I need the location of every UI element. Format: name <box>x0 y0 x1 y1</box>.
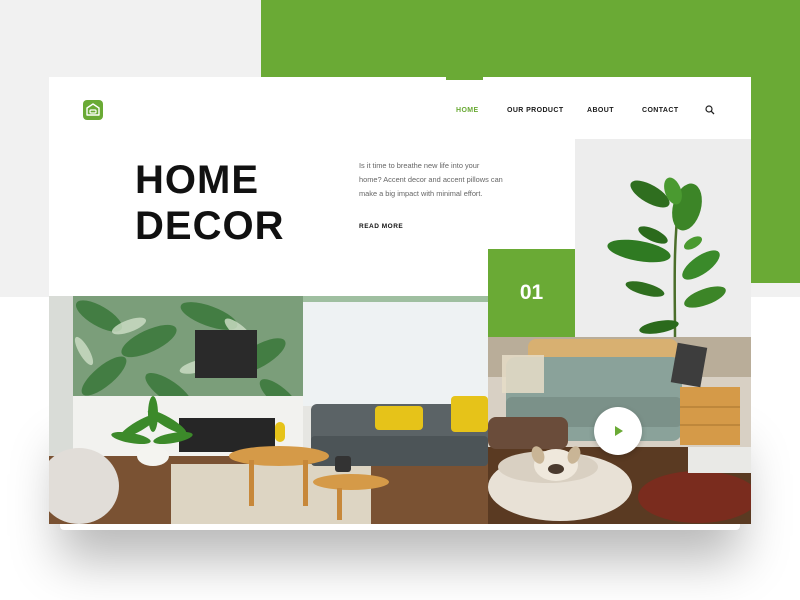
dog-image <box>488 337 751 524</box>
hero-title-line-1: HOME <box>135 158 259 202</box>
plant-image <box>575 139 751 337</box>
hero-description-line-2: home? Accent decor and accent pillows ca… <box>359 175 503 184</box>
nav-item-our-product[interactable]: OUR PRODUCT <box>507 107 564 114</box>
main-nav: HOME OUR PRODUCT ABOUT CONTACT <box>49 107 751 121</box>
nav-active-indicator <box>446 77 483 80</box>
slide-number: 01 <box>488 249 575 337</box>
nav-item-about[interactable]: ABOUT <box>587 107 614 114</box>
hero-description-line-3: make a big impact with minimal effort. <box>359 189 483 198</box>
hero-title: HOME DECOR <box>135 157 284 249</box>
read-more-link[interactable]: READ MORE <box>359 223 403 230</box>
search-icon[interactable] <box>705 105 715 115</box>
play-icon <box>615 426 623 436</box>
living-room-image <box>49 296 488 524</box>
nav-item-home[interactable]: HOME <box>456 107 479 114</box>
play-video-button[interactable] <box>594 407 642 455</box>
nav-item-contact[interactable]: CONTACT <box>642 107 679 114</box>
hero-title-line-2: DECOR <box>135 204 285 248</box>
hero-description: Is it time to breathe new life into your… <box>359 159 529 201</box>
hero-description-line-1: Is it time to breathe new life into your <box>359 161 480 170</box>
landing-card: HOME OUR PRODUCT ABOUT CONTACT HOME DECO… <box>49 77 751 524</box>
